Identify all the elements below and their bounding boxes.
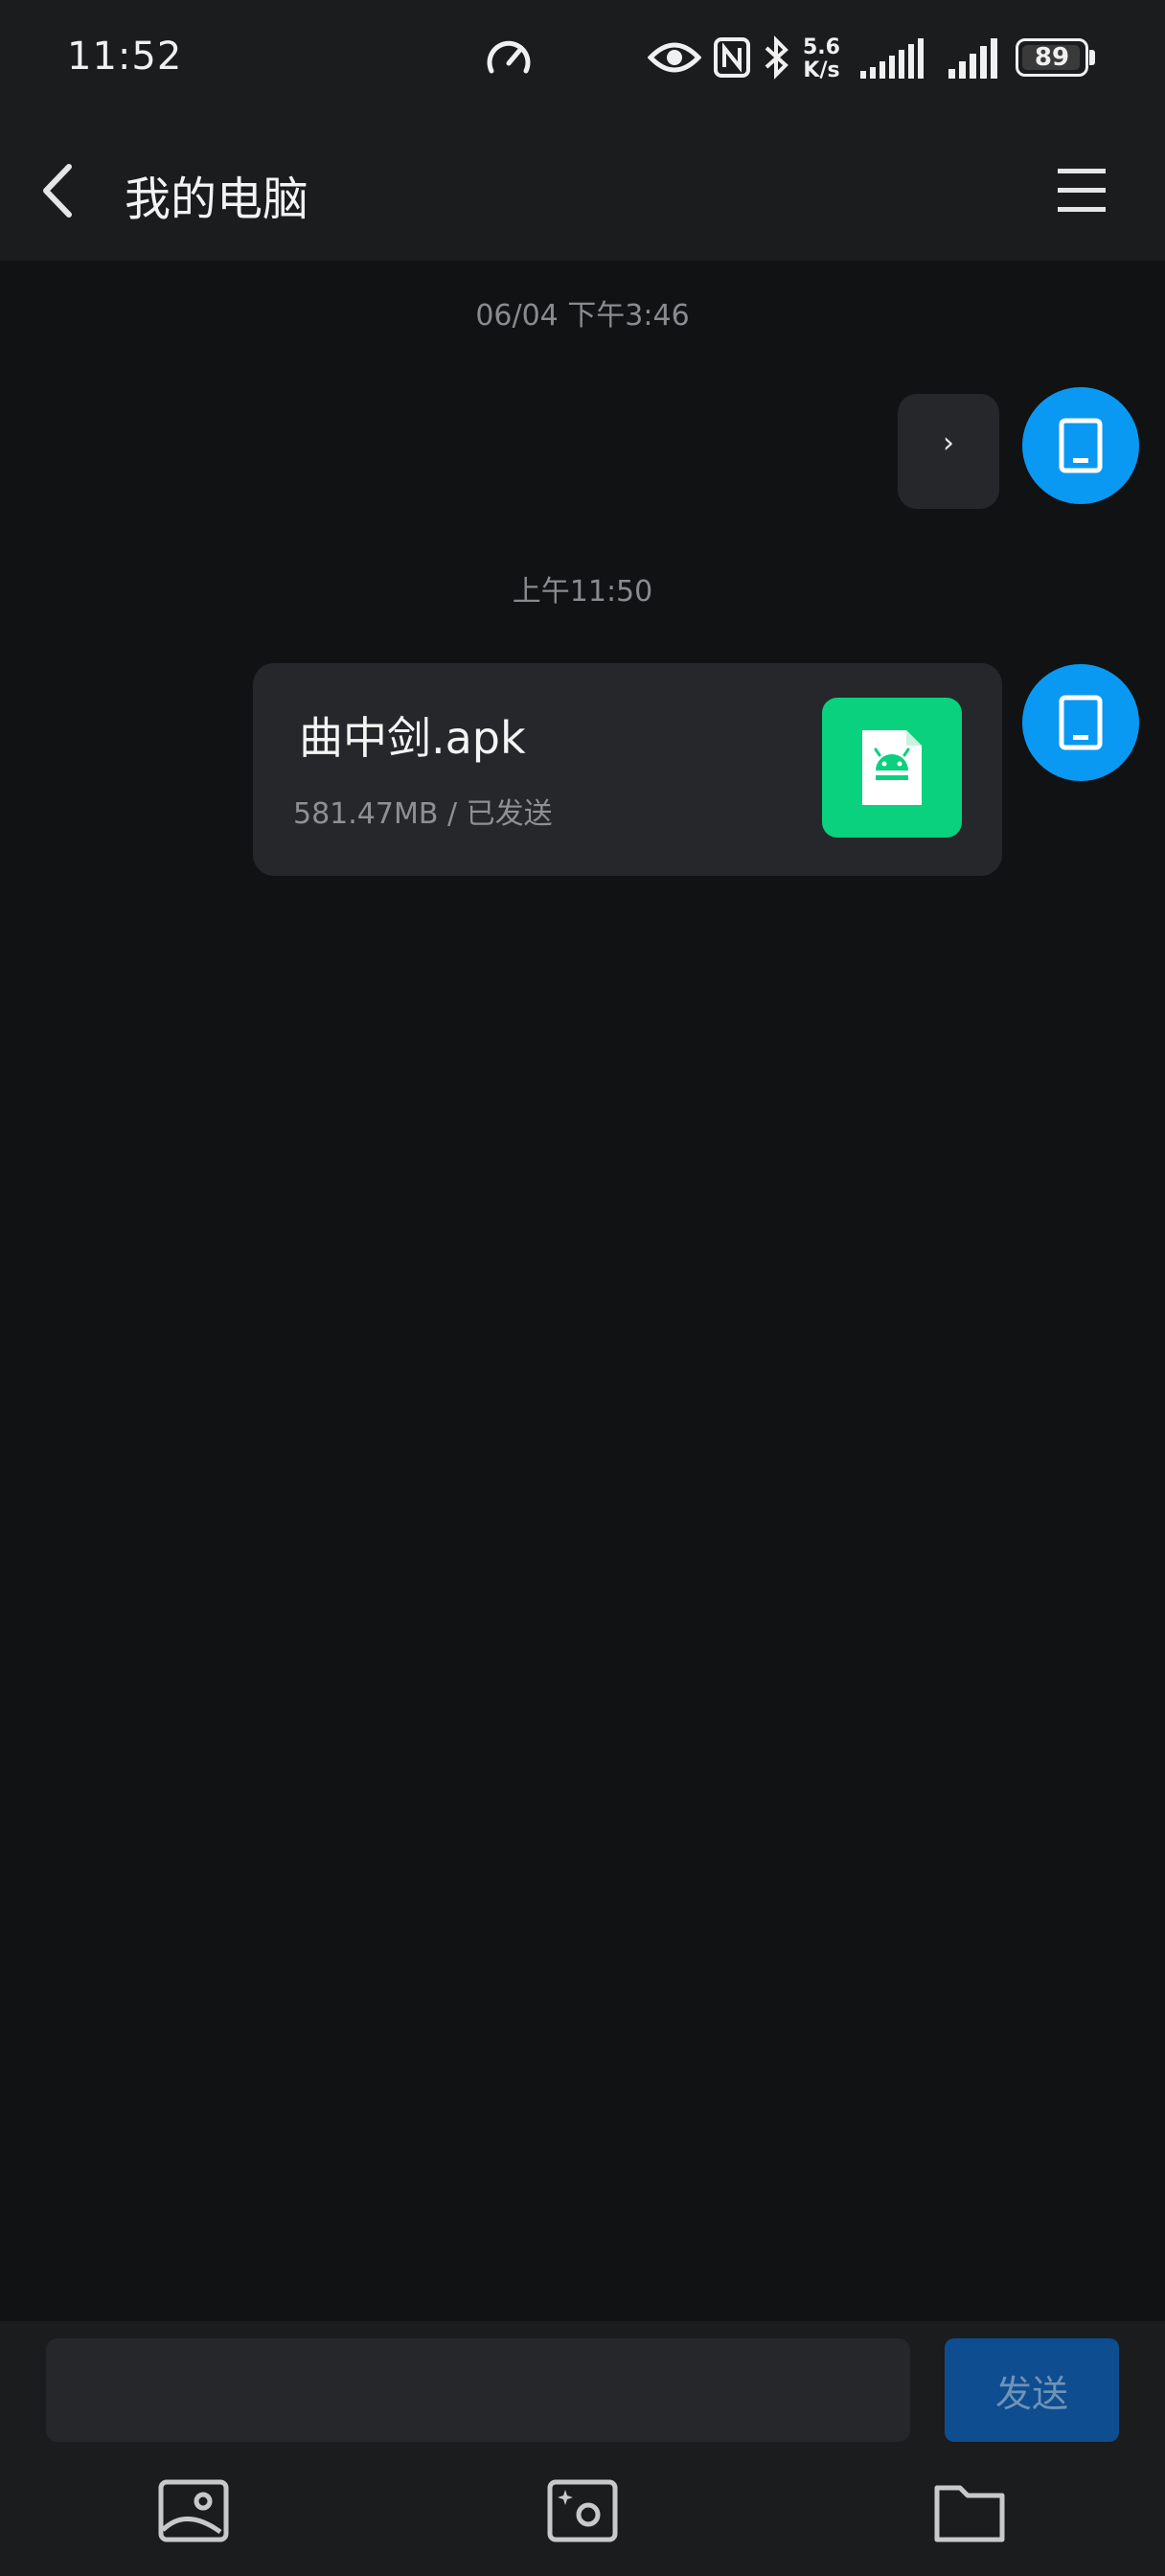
message-bubble[interactable]: › xyxy=(898,394,999,509)
back-button[interactable] xyxy=(29,157,96,224)
network-speed-value: 5.6 xyxy=(803,35,840,59)
avatar[interactable] xyxy=(1022,387,1139,504)
file-name: 曲中剑.apk xyxy=(299,712,526,764)
app-header: 我的电脑 xyxy=(0,119,1165,261)
android-apk-icon xyxy=(862,730,922,805)
status-time: 11:52 xyxy=(67,34,183,79)
apk-file-icon xyxy=(822,698,962,838)
folder-icon[interactable] xyxy=(933,2474,1006,2547)
message-timestamp: 上午11:50 xyxy=(512,575,653,609)
network-speed-unit: K/s xyxy=(803,58,840,82)
eye-icon xyxy=(648,42,701,73)
message-input[interactable] xyxy=(46,2338,910,2442)
phone-icon xyxy=(1059,418,1103,473)
page-title: 我的电脑 xyxy=(125,172,309,226)
phone-icon xyxy=(1059,695,1103,750)
avatar[interactable] xyxy=(1022,664,1139,781)
network-speed: 5.6 K/s xyxy=(803,36,840,82)
file-meta: 581.47MB / 已发送 xyxy=(293,797,553,831)
file-message-card[interactable]: 曲中剑.apk 581.47MB / 已发送 xyxy=(253,663,1002,876)
composer-bar: 发送 xyxy=(0,2321,1165,2576)
camera-icon[interactable] xyxy=(546,2474,619,2547)
status-bar: 11:52 5.6 K/s 89 xyxy=(0,0,1165,119)
battery-icon: 89 xyxy=(1016,38,1088,77)
battery-percent: 89 xyxy=(1034,43,1070,72)
send-button[interactable]: 发送 xyxy=(945,2338,1119,2442)
message-text: › xyxy=(943,426,954,460)
signal-icon-2 xyxy=(948,38,997,79)
message-timestamp: 06/04 下午3:46 xyxy=(475,299,690,333)
bluetooth-icon xyxy=(765,35,788,80)
speedometer-icon xyxy=(487,40,531,74)
signal-icon xyxy=(860,38,924,79)
battery-tip xyxy=(1089,50,1095,65)
nfc-icon xyxy=(714,37,750,78)
menu-button[interactable] xyxy=(1048,161,1115,220)
image-icon[interactable] xyxy=(157,2474,230,2547)
